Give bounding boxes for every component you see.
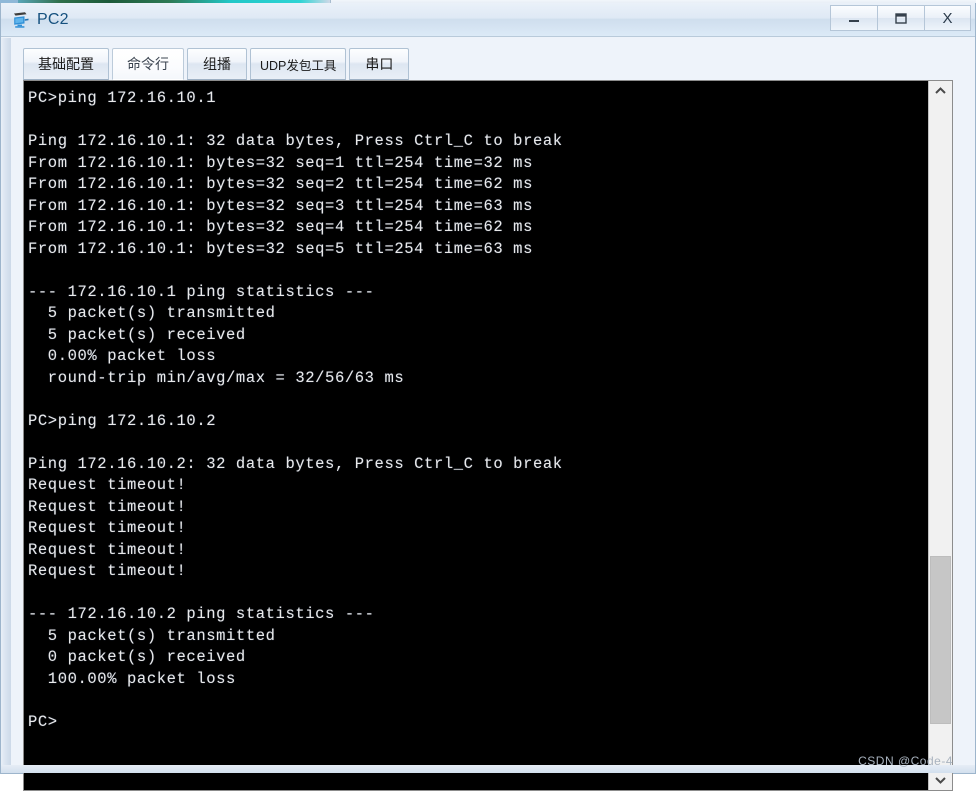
terminal-panel: PC>ping 172.16.10.1 Ping 172.16.10.1: 32… xyxy=(23,80,953,791)
tab-command-line[interactable]: 命令行 xyxy=(112,48,184,80)
close-button[interactable]: X xyxy=(924,5,971,31)
tab-label: 串口 xyxy=(365,56,394,72)
chevron-down-icon xyxy=(935,777,946,784)
tab-label: 命令行 xyxy=(127,56,169,72)
tab-bar: 基础配置 命令行 组播 UDP发包工具 串口 xyxy=(23,46,412,80)
tab-basic-config[interactable]: 基础配置 xyxy=(23,48,109,80)
tab-multicast[interactable]: 组播 xyxy=(187,48,247,80)
tab-label: 基础配置 xyxy=(38,56,94,72)
maximize-button[interactable] xyxy=(877,5,924,31)
window-controls: X xyxy=(830,5,971,33)
window-title: PC2 xyxy=(37,10,69,28)
scroll-up-button[interactable] xyxy=(929,81,952,101)
tab-label: UDP发包工具 xyxy=(260,58,337,73)
watermark-text: CSDN @Code-4 xyxy=(858,754,953,768)
minimize-button[interactable] xyxy=(830,5,877,31)
pc-device-icon xyxy=(11,10,31,30)
chevron-up-icon xyxy=(935,87,946,94)
maximize-icon xyxy=(895,13,907,24)
scrollbar-thumb[interactable] xyxy=(930,556,951,724)
window-left-edge xyxy=(1,38,11,773)
terminal-output-area[interactable]: PC>ping 172.16.10.1 Ping 172.16.10.1: 32… xyxy=(24,81,928,790)
window-client-area: 基础配置 命令行 组播 UDP发包工具 串口 PC>ping 172.16.10… xyxy=(1,38,975,791)
pc2-window: PC2 X 基础配置 命令行 组播 UDP发包工具 串口 PC>ping 172… xyxy=(0,3,976,791)
tab-label: 组播 xyxy=(203,56,231,72)
close-icon: X xyxy=(942,9,953,27)
tab-serial-port[interactable]: 串口 xyxy=(349,48,410,80)
terminal-text: PC>ping 172.16.10.1 Ping 172.16.10.1: 32… xyxy=(28,89,563,731)
scroll-down-button[interactable] xyxy=(929,770,952,790)
terminal-scrollbar[interactable] xyxy=(928,81,952,790)
window-titlebar[interactable]: PC2 X xyxy=(1,3,975,37)
window-bottom-edge xyxy=(1,765,975,773)
minimize-icon xyxy=(849,20,859,22)
tab-udp-tool[interactable]: UDP发包工具 xyxy=(250,48,347,80)
